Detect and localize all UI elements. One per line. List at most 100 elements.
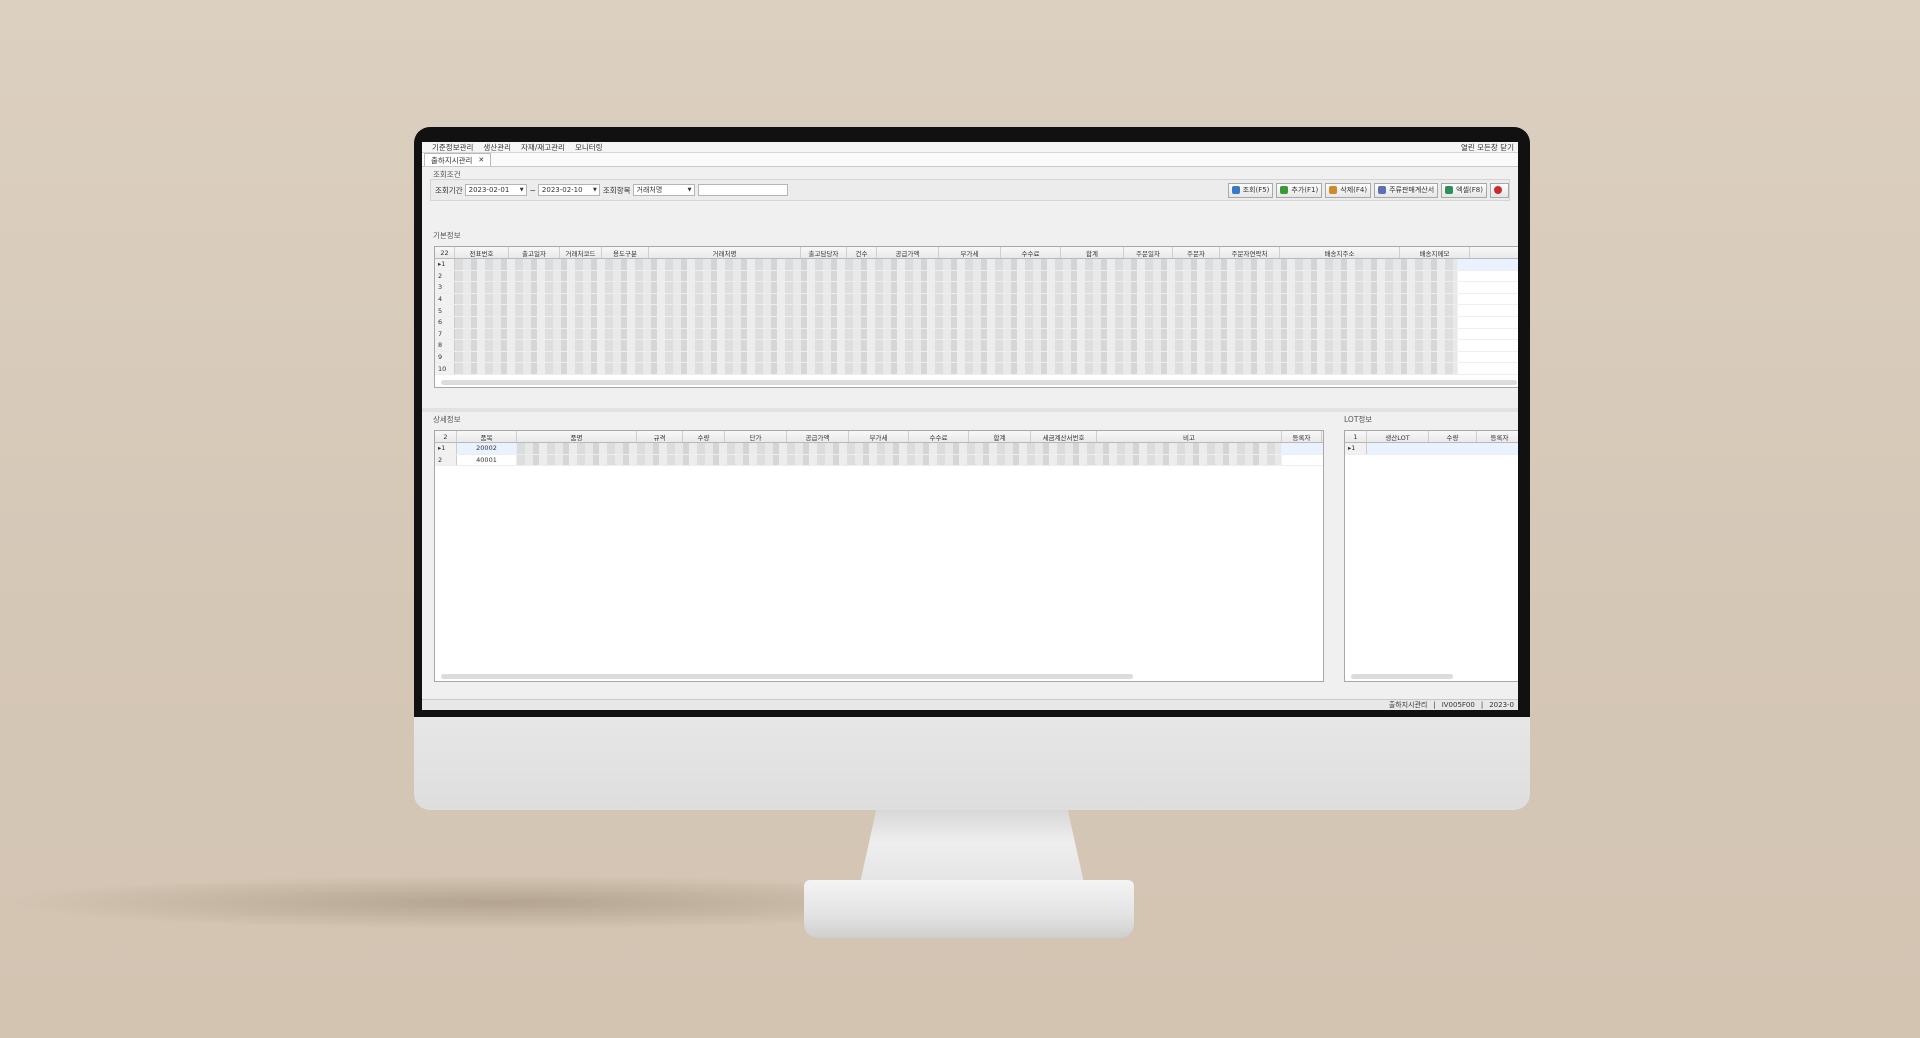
column-header[interactable]: 거래처명 xyxy=(649,247,801,258)
main-grid: 22 전표번호 출고일자 거래처코드 용도구분 거래처명 출고담당자 건수 공급… xyxy=(434,246,1518,388)
row-number: 5 xyxy=(435,305,455,316)
row-number-value: 1 xyxy=(1351,444,1356,453)
table-row[interactable]: 4 xyxy=(435,293,1518,306)
close-icon xyxy=(1494,186,1502,194)
column-header[interactable]: 수량 xyxy=(683,431,725,442)
column-header[interactable]: 규격 xyxy=(637,431,683,442)
column-header[interactable]: 합계 xyxy=(969,431,1031,442)
excel-button[interactable]: 엑셀(F8) xyxy=(1441,182,1487,198)
excel-button-label: 엑셀(F8) xyxy=(1456,186,1483,194)
row-number-value: 1 xyxy=(441,444,446,453)
date-from-value: 2023-02-01 xyxy=(468,186,510,194)
table-row[interactable]: 10 xyxy=(435,363,1518,375)
status-screen-code: IV005F00 xyxy=(1441,701,1475,709)
lot-cells[interactable] xyxy=(1367,443,1518,454)
invoice-button[interactable]: 주류판매계산서 xyxy=(1374,182,1439,198)
table-row[interactable]: 3 xyxy=(435,282,1518,294)
table-row[interactable]: 8 xyxy=(435,340,1518,352)
table-row[interactable]: 2 xyxy=(435,270,1518,283)
item-code-cell[interactable]: 40001 xyxy=(457,454,517,466)
menu-item-production[interactable]: 생산관리 xyxy=(483,142,511,153)
row-number: 3 xyxy=(435,282,455,293)
table-row[interactable]: ▸ 1 20002 xyxy=(435,443,1323,455)
lot-grid-header: 1 생산LOT 수량 등록자 xyxy=(1345,431,1518,443)
search-item-select[interactable]: 거래처명 ▼ xyxy=(632,184,695,196)
date-separator: ~ xyxy=(529,185,536,195)
close-screen-button[interactable] xyxy=(1490,182,1509,198)
column-header[interactable]: 건수 xyxy=(847,247,877,258)
column-header[interactable]: 출고담당자 xyxy=(801,247,847,258)
invoice-icon xyxy=(1378,186,1387,194)
column-header[interactable]: 주문일자 xyxy=(1124,247,1173,258)
search-item-value: 거래처명 xyxy=(636,186,663,194)
table-row[interactable]: ▸ 1 xyxy=(1345,443,1518,455)
close-all-button[interactable]: 열린 모든창 닫기 xyxy=(1461,142,1514,153)
column-header[interactable]: 부가세 xyxy=(939,247,1001,258)
horizontal-scrollbar[interactable] xyxy=(441,674,1133,679)
delete-button[interactable]: 삭제(F4) xyxy=(1325,182,1372,198)
table-row[interactable]: 2 40001 xyxy=(435,454,1323,467)
column-header[interactable]: 수수료 xyxy=(1001,247,1061,258)
column-header[interactable]: 수수료 xyxy=(909,431,969,442)
column-header[interactable]: 세금계산서번호 xyxy=(1031,431,1097,442)
column-header[interactable]: 주문자연락처 xyxy=(1220,247,1280,258)
column-header[interactable]: 등록자 xyxy=(1477,431,1518,442)
column-header[interactable]: 부가세 xyxy=(849,431,909,442)
keyword-input[interactable] xyxy=(697,184,788,196)
menu-item-monitoring[interactable]: 모니터링 xyxy=(575,142,603,153)
search-icon xyxy=(1231,186,1240,194)
status-divider: | xyxy=(1480,701,1484,709)
menu-bar: 기준정보관리 생산관리 자재/재고관리 모니터링 열린 모든창 닫기 xyxy=(422,142,1518,153)
table-row[interactable]: ▸ 1 xyxy=(435,259,1518,271)
redacted-cells xyxy=(455,282,1458,293)
column-header[interactable]: 용도구분 xyxy=(602,247,649,258)
panel-splitter[interactable] xyxy=(422,408,1518,412)
column-header[interactable]: 단가 xyxy=(725,431,787,442)
row-count: 2 xyxy=(435,431,457,442)
column-header[interactable]: 거래처코드 xyxy=(560,247,602,258)
table-row[interactable]: 6 xyxy=(435,316,1518,329)
search-bar: 조회기간 2023-02-01 ▼ ~ 2023-02-10 ▼ 조회항목 거래처명… xyxy=(430,179,1510,201)
monitor-stand-base xyxy=(804,880,1134,938)
search-button[interactable]: 조회(F5) xyxy=(1227,182,1274,198)
add-button[interactable]: 추가(F1) xyxy=(1276,182,1323,198)
column-header[interactable]: 출고일자 xyxy=(509,247,560,258)
column-header[interactable]: 주문자 xyxy=(1173,247,1220,258)
excel-icon xyxy=(1445,186,1454,194)
row-number: 2 xyxy=(435,270,455,282)
menu-item-master[interactable]: 기준정보관리 xyxy=(432,142,473,153)
column-header[interactable]: 배송지메모 xyxy=(1400,247,1470,258)
table-row[interactable]: 7 xyxy=(435,328,1518,341)
column-header[interactable]: 품목 xyxy=(457,431,517,442)
tab-label: 출하지시관리 xyxy=(431,155,473,165)
date-from-picker[interactable]: 2023-02-01 ▼ xyxy=(464,184,527,196)
column-header[interactable]: 합계 xyxy=(1061,247,1124,258)
horizontal-scrollbar[interactable] xyxy=(441,380,1517,385)
column-header[interactable]: 공급가액 xyxy=(787,431,849,442)
row-number: 10 xyxy=(435,363,455,374)
column-header[interactable]: 전표번호 xyxy=(455,247,509,258)
horizontal-scrollbar[interactable] xyxy=(1351,674,1453,679)
date-to-picker[interactable]: 2023-02-10 ▼ xyxy=(537,184,600,196)
column-header[interactable]: 등록자 xyxy=(1282,431,1322,442)
redacted-cells xyxy=(455,259,1458,270)
tab-shipping-order[interactable]: 출하지시관리 ✕ xyxy=(424,153,492,166)
table-row[interactable]: 5 xyxy=(435,305,1518,317)
redacted-cells xyxy=(455,328,1458,340)
column-header[interactable]: 수량 xyxy=(1429,431,1477,442)
table-row[interactable]: 9 xyxy=(435,351,1518,364)
tab-bar: 출하지시관리 ✕ xyxy=(422,153,1518,167)
detail-grid-header: 2 품목 품명 규격 수량 단가 공급가액 부가세 수수료 합계 세금계산서번호… xyxy=(435,431,1323,443)
item-code-cell[interactable]: 20002 xyxy=(457,443,517,454)
close-icon[interactable]: ✕ xyxy=(478,156,484,164)
column-header[interactable]: 비고 xyxy=(1097,431,1282,442)
column-header[interactable]: 생산LOT xyxy=(1367,431,1429,442)
row-number: 6 xyxy=(435,316,455,328)
menu-item-inventory[interactable]: 자재/재고관리 xyxy=(521,142,565,153)
row-number: 9 xyxy=(435,351,455,363)
column-header[interactable]: 공급가액 xyxy=(877,247,939,258)
column-header[interactable]: 품명 xyxy=(517,431,637,442)
delete-icon xyxy=(1329,186,1338,194)
column-header[interactable]: 배송지주소 xyxy=(1280,247,1400,258)
row-number: ▸ 1 xyxy=(435,443,457,454)
